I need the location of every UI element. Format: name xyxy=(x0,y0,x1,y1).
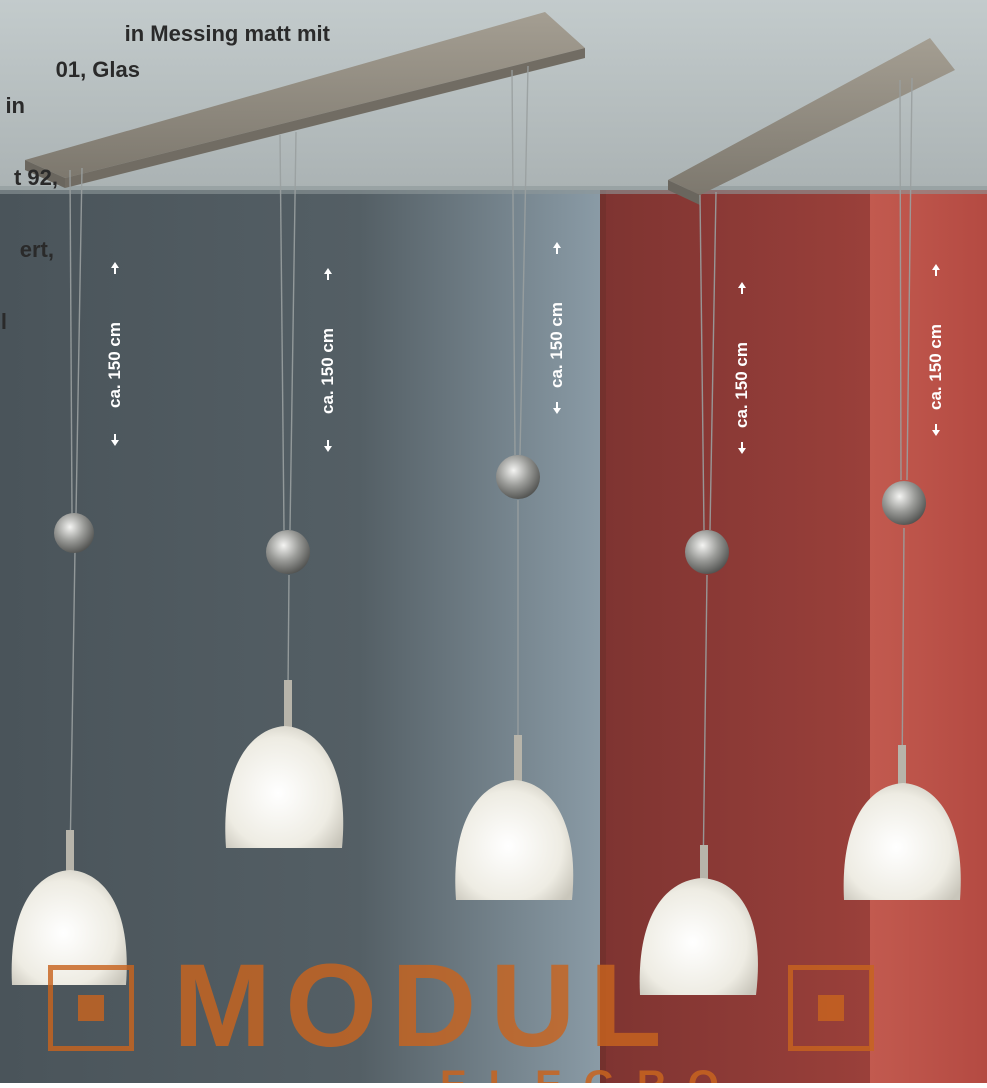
height-dimension-1: ca. 150 cm xyxy=(100,260,130,470)
logo-square-left-icon xyxy=(48,965,134,1051)
product-photo: in Messing matt mit 01, Glas in t 92, er… xyxy=(0,0,987,1083)
dimension-label: ca. 150 cm xyxy=(105,321,124,409)
arrow-down-icon xyxy=(324,440,332,452)
arrow-up-icon xyxy=(738,282,746,294)
dimension-label: ca. 150 cm xyxy=(926,323,945,411)
logo-subtext-label: ELEGRO xyxy=(440,1065,760,1083)
dimension-label: ca. 150 cm xyxy=(318,327,337,415)
description-line: in xyxy=(5,93,25,118)
logo-text: MODUL xyxy=(173,940,676,1072)
height-dimension-3: ca. 150 cm xyxy=(542,240,572,450)
arrow-up-icon xyxy=(324,268,332,280)
logo-subtext: ELEGRO xyxy=(440,1065,760,1083)
arrow-down-icon xyxy=(738,442,746,454)
description-line: in Messing matt mit xyxy=(124,21,330,46)
dimension-label: ca. 150 cm xyxy=(732,341,751,429)
description-line: 01, Glas xyxy=(55,57,140,82)
arrow-up-icon xyxy=(932,264,940,276)
logo-square-right-icon xyxy=(788,965,874,1051)
description-line: ert, xyxy=(19,237,54,262)
pendant-lamps-image xyxy=(0,0,987,1083)
arrow-up-icon xyxy=(111,262,119,274)
arrow-down-icon xyxy=(553,402,561,414)
dimension-label: ca. 150 cm xyxy=(547,301,566,389)
arrow-down-icon xyxy=(932,424,940,436)
description-line: l xyxy=(0,309,7,334)
height-dimension-2: ca. 150 cm xyxy=(313,266,343,476)
arrow-down-icon xyxy=(111,434,119,446)
height-dimension-4: ca. 150 cm xyxy=(727,280,757,490)
description-line: t 92, xyxy=(13,165,58,190)
modul-logo: MODUL xyxy=(48,947,888,1065)
height-dimension-5: ca. 150 cm xyxy=(921,262,951,472)
arrow-up-icon xyxy=(553,242,561,254)
